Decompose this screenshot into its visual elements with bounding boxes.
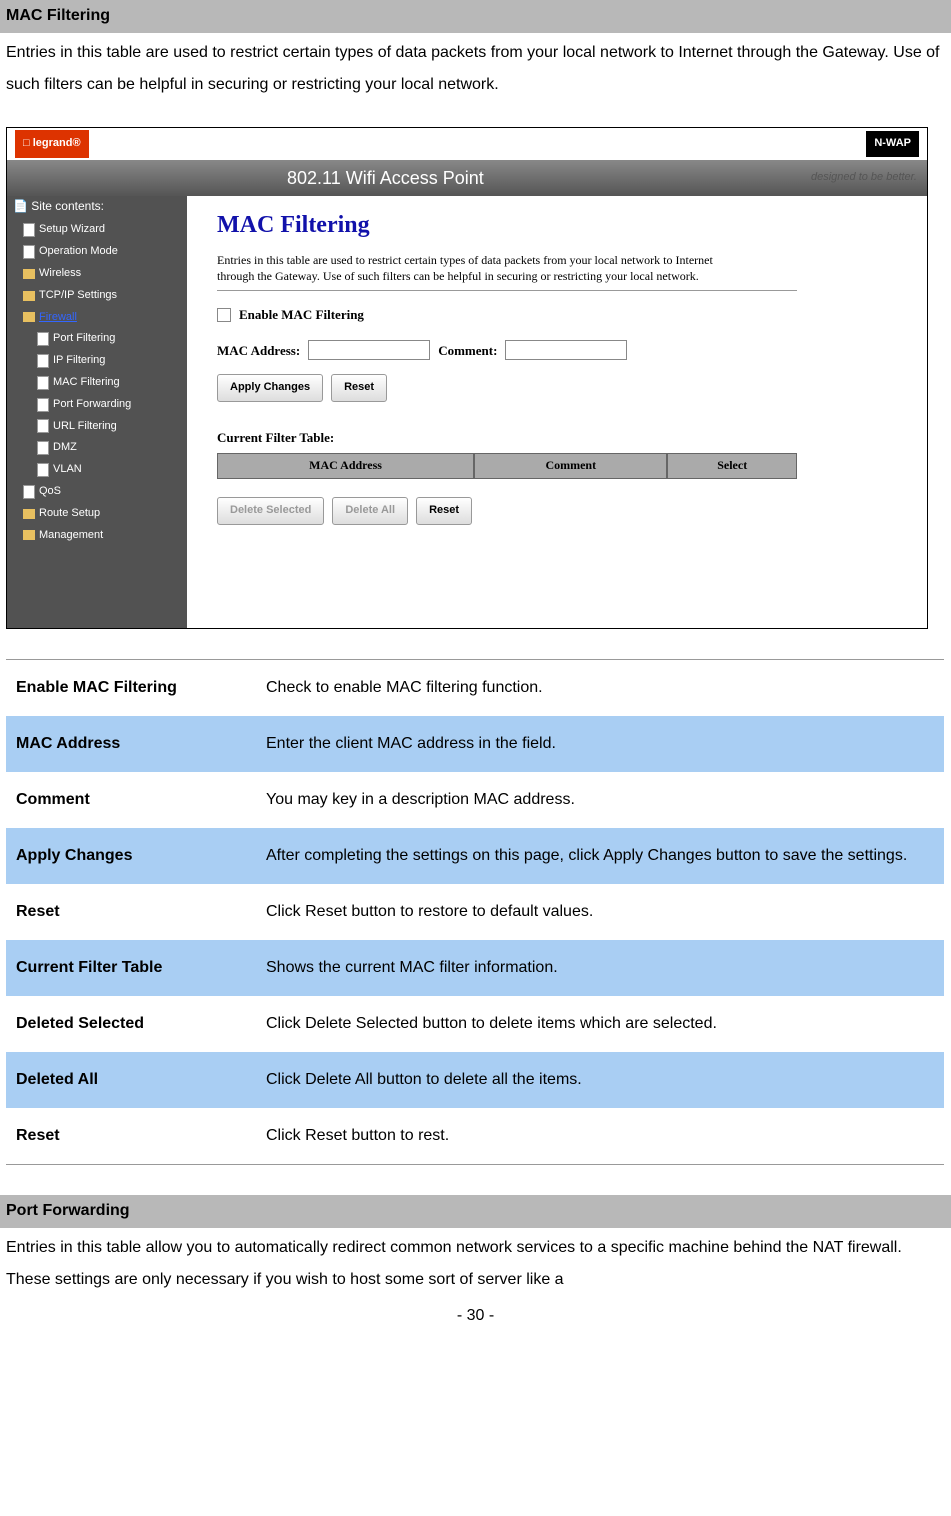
section-header-mac-filtering: MAC Filtering xyxy=(0,0,951,33)
intro-text: Entries in this table are used to restri… xyxy=(0,33,951,121)
sidebar: 📄 Site contents: Setup Wizard Operation … xyxy=(7,128,187,628)
sidebar-item-setup-wizard[interactable]: Setup Wizard xyxy=(13,219,181,241)
sidebar-item-operation-mode[interactable]: Operation Mode xyxy=(13,241,181,263)
intro-text-port-forwarding: Entries in this table allow you to autom… xyxy=(0,1228,951,1296)
sidebar-title: 📄 Site contents: xyxy=(13,196,181,218)
mac-row: MAC Address: Comment: xyxy=(217,333,897,368)
param-label: Reset xyxy=(6,1108,256,1165)
delete-selected-button[interactable]: Delete Selected xyxy=(217,497,324,525)
th-select: Select xyxy=(667,453,797,479)
nwap-badge: N-WAP xyxy=(866,131,919,157)
folder-icon xyxy=(23,530,35,540)
page-number: - 30 - xyxy=(0,1296,951,1337)
logo-bar: □ legrand® N-WAP xyxy=(7,128,927,160)
param-label: Reset xyxy=(6,884,256,940)
param-desc: Check to enable MAC filtering function. xyxy=(256,659,944,716)
sidebar-item-route-setup[interactable]: Route Setup xyxy=(13,503,181,525)
param-desc: You may key in a description MAC address… xyxy=(256,772,944,828)
param-label: Apply Changes xyxy=(6,828,256,884)
param-desc: Click Delete Selected button to delete i… xyxy=(256,996,944,1052)
page-description: Entries in this table are used to restri… xyxy=(217,253,747,284)
sidebar-item-port-forwarding[interactable]: Port Forwarding xyxy=(13,394,181,416)
comment-input[interactable] xyxy=(505,340,627,360)
embedded-screenshot: □ legrand® N-WAP 802.11 Wifi Access Poin… xyxy=(6,127,928,629)
param-label: Comment xyxy=(6,772,256,828)
doc-icon xyxy=(37,332,49,346)
param-desc: Enter the client MAC address in the fiel… xyxy=(256,716,944,772)
sidebar-item-mac-filtering[interactable]: MAC Filtering xyxy=(13,372,181,394)
doc-icon xyxy=(37,398,49,412)
doc-icon xyxy=(23,223,35,237)
param-desc: Click Reset button to restore to default… xyxy=(256,884,944,940)
doc-icon xyxy=(23,245,35,259)
comment-label: Comment: xyxy=(438,339,497,362)
table-button-row: Delete Selected Delete All Reset xyxy=(217,491,897,531)
folder-icon xyxy=(23,312,35,322)
sidebar-item-firewall[interactable]: Firewall xyxy=(13,307,181,329)
enable-label: Enable MAC Filtering xyxy=(239,303,364,326)
folder-icon xyxy=(23,509,35,519)
th-comment: Comment xyxy=(474,453,667,479)
enable-row: Enable MAC Filtering xyxy=(217,297,897,332)
filter-table-title: Current Filter Table: xyxy=(217,426,897,449)
parameter-table: Enable MAC FilteringCheck to enable MAC … xyxy=(6,659,944,1165)
param-desc: Click Reset button to rest. xyxy=(256,1108,944,1165)
button-row: Apply Changes Reset xyxy=(217,368,897,408)
param-desc: Shows the current MAC filter information… xyxy=(256,940,944,996)
sidebar-item-management[interactable]: Management xyxy=(13,525,181,547)
legrand-logo: □ legrand® xyxy=(15,130,89,158)
sidebar-item-ip-filtering[interactable]: IP Filtering xyxy=(13,350,181,372)
mac-label: MAC Address: xyxy=(217,339,300,362)
folder-icon xyxy=(23,269,35,279)
divider xyxy=(217,290,797,291)
doc-icon xyxy=(37,354,49,368)
th-mac: MAC Address xyxy=(217,453,474,479)
enable-checkbox[interactable] xyxy=(217,308,231,322)
param-desc: Click Delete All button to delete all th… xyxy=(256,1052,944,1108)
doc-icon xyxy=(37,376,49,390)
sidebar-item-wireless[interactable]: Wireless xyxy=(13,263,181,285)
doc-icon xyxy=(37,419,49,433)
doc-icon xyxy=(23,485,35,499)
delete-all-button[interactable]: Delete All xyxy=(332,497,408,525)
param-label: Enable MAC Filtering xyxy=(6,659,256,716)
reset-button[interactable]: Reset xyxy=(331,374,387,402)
param-desc: After completing the settings on this pa… xyxy=(256,828,944,884)
sidebar-item-vlan[interactable]: VLAN xyxy=(13,459,181,481)
reset-table-button[interactable]: Reset xyxy=(416,497,472,525)
banner-title: 802.11 Wifi Access Point xyxy=(287,162,484,194)
sidebar-item-url-filtering[interactable]: URL Filtering xyxy=(13,416,181,438)
tagline: designed to be better. xyxy=(811,168,927,188)
mac-input[interactable] xyxy=(308,340,430,360)
sidebar-item-port-filtering[interactable]: Port Filtering xyxy=(13,328,181,350)
folder-icon xyxy=(23,291,35,301)
param-label: Deleted All xyxy=(6,1052,256,1108)
param-label: Deleted Selected xyxy=(6,996,256,1052)
sidebar-item-tcpip[interactable]: TCP/IP Settings xyxy=(13,285,181,307)
doc-icon xyxy=(37,441,49,455)
apply-button[interactable]: Apply Changes xyxy=(217,374,323,402)
param-label: Current Filter Table xyxy=(6,940,256,996)
sidebar-item-dmz[interactable]: DMZ xyxy=(13,437,181,459)
page-title: MAC Filtering xyxy=(217,204,897,247)
param-label: MAC Address xyxy=(6,716,256,772)
doc-icon xyxy=(37,463,49,477)
filter-table-header: MAC Address Comment Select xyxy=(217,453,797,479)
banner: 802.11 Wifi Access Point designed to be … xyxy=(7,160,927,196)
main-panel: MAC Filtering Entries in this table are … xyxy=(187,128,927,628)
section-header-port-forwarding: Port Forwarding xyxy=(0,1195,951,1228)
sidebar-item-qos[interactable]: QoS xyxy=(13,481,181,503)
